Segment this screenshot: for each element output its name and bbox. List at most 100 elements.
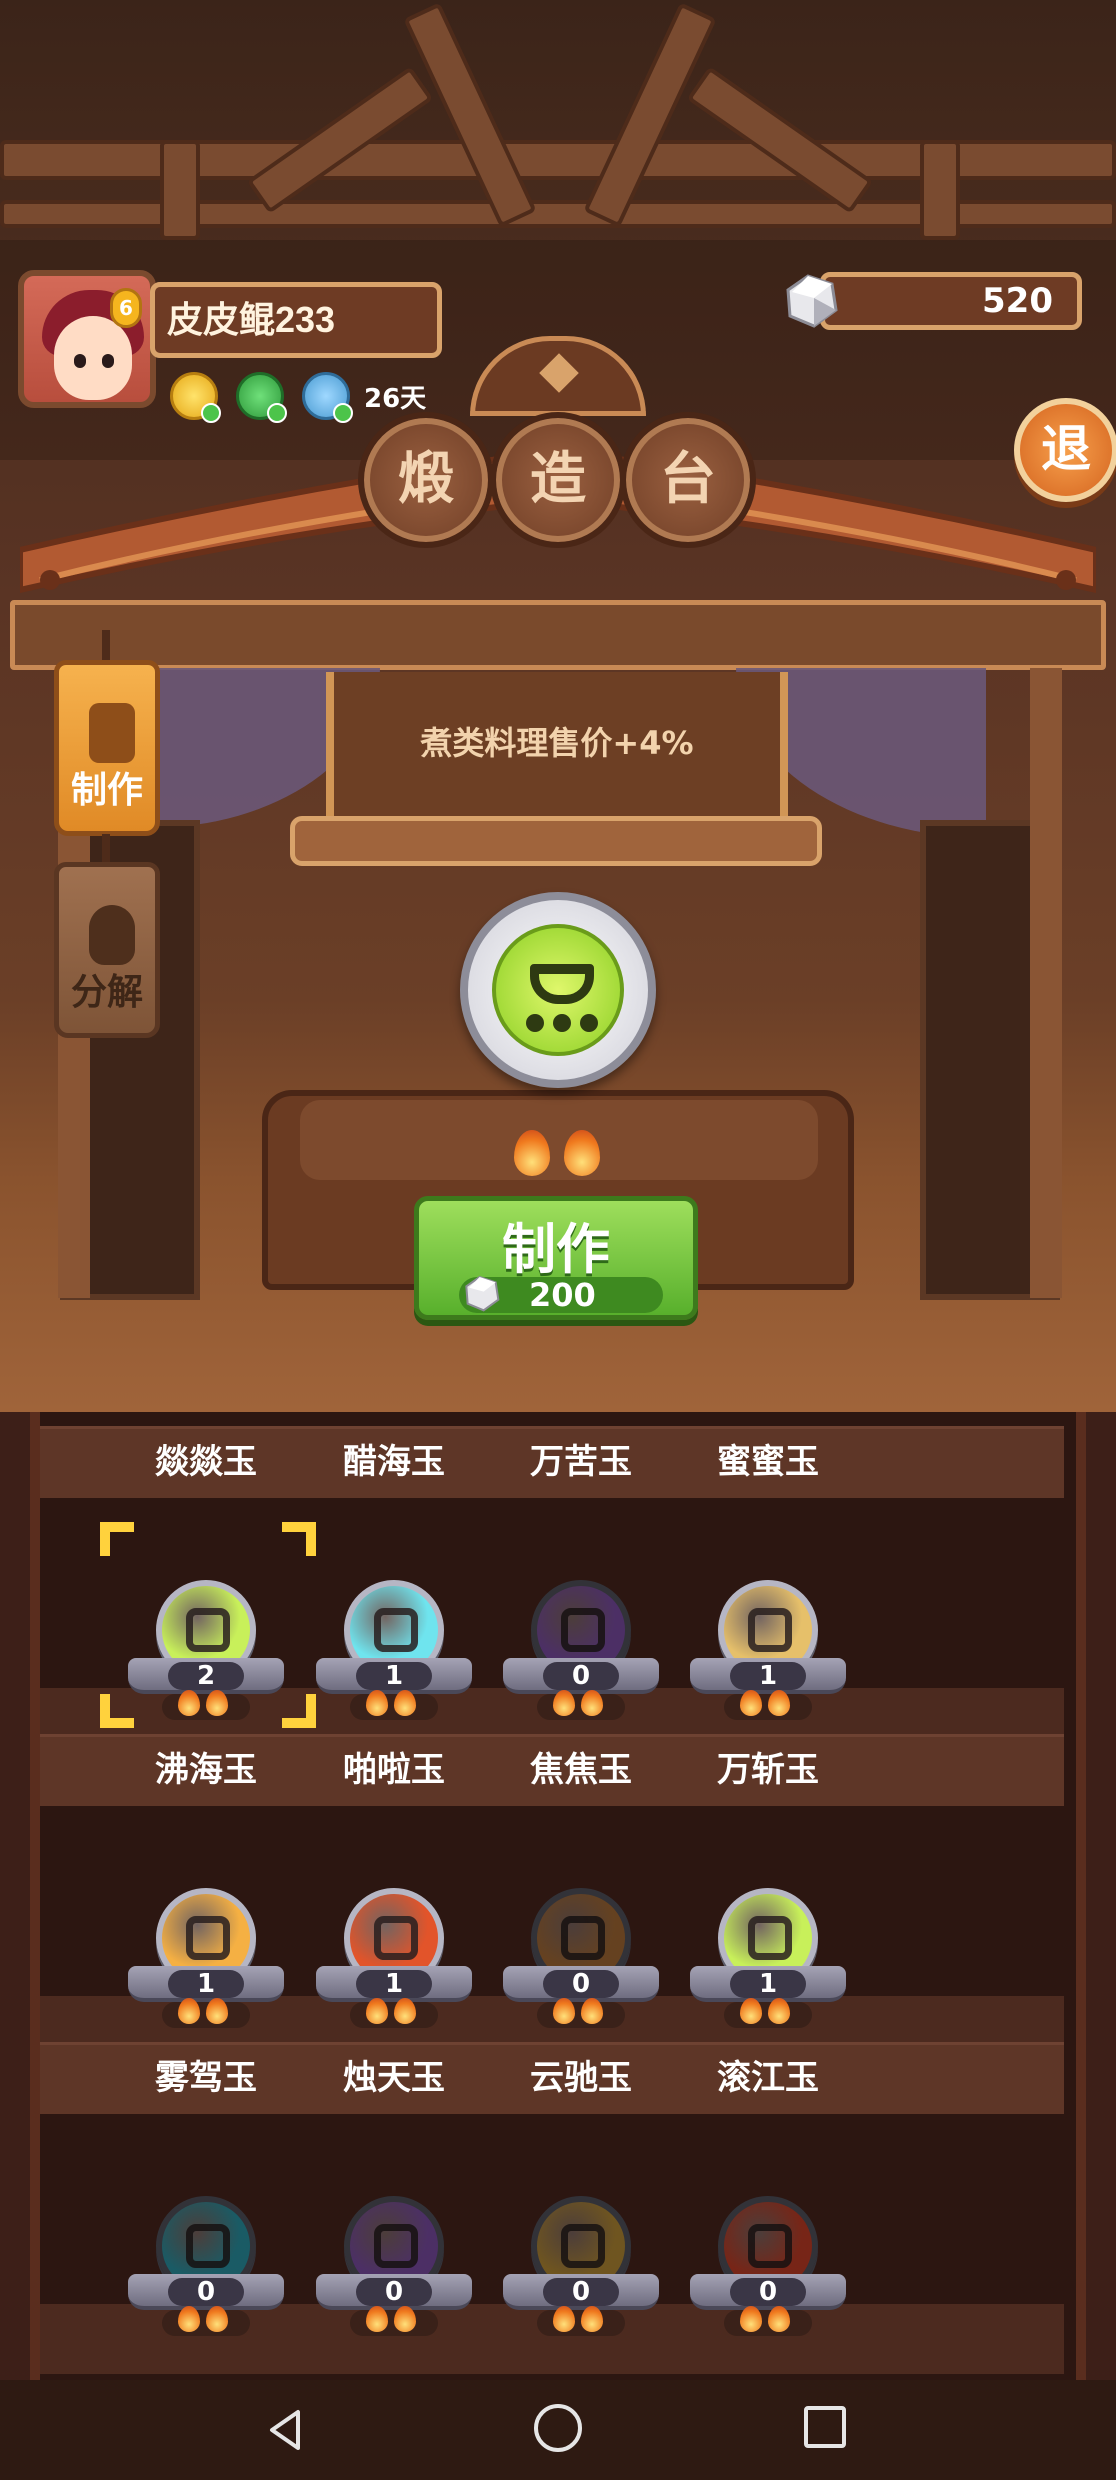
- title-char-2: 造: [490, 412, 626, 548]
- jade-dot: [580, 1014, 598, 1032]
- heat-flame-icon: [553, 1998, 575, 2024]
- jade-name: 啪啦玉: [343, 1751, 445, 1789]
- forge-table-top: [300, 1100, 818, 1180]
- jade-item[interactable]: 雾驾玉 0: [106, 2028, 306, 2336]
- selection-bracket: [100, 1522, 134, 1556]
- item-count: 0: [543, 1970, 619, 1998]
- jade-glyph-icon: [561, 1916, 605, 1960]
- heat-flame-icon: [178, 2306, 200, 2332]
- jade-item[interactable]: 蜜蜜玉 1: [668, 1412, 868, 1720]
- jade-buff-icon[interactable]: [236, 372, 287, 423]
- jade-name: 蜜蜜玉: [717, 1443, 819, 1481]
- jade-item[interactable]: 燚燚玉 2: [100, 1412, 316, 1728]
- crown-icon: 6: [110, 288, 142, 328]
- jade-name: 万苦玉: [530, 1443, 632, 1481]
- jade-item[interactable]: 啪啦玉 1: [294, 1720, 494, 2028]
- bonus-sign: 煮类料理售价+4%: [326, 672, 788, 820]
- jade-glyph-icon: [374, 1608, 418, 1652]
- jade-glyph-icon: [748, 2224, 792, 2268]
- jade-name: 沸海玉: [155, 1751, 257, 1789]
- days-counter: 26天: [364, 384, 427, 414]
- player-name: 皮皮鲲233: [167, 299, 336, 340]
- lintel-beam: [10, 600, 1106, 670]
- jade-item[interactable]: 醋海玉 1: [294, 1412, 494, 1720]
- heat-flame-icon: [366, 1998, 388, 2024]
- heat-flame-icon: [366, 2306, 388, 2332]
- roof-beam: [160, 140, 200, 240]
- recent-apps-icon[interactable]: [804, 2406, 846, 2448]
- pillar-right: [1030, 668, 1062, 1298]
- avatar-face: [54, 316, 132, 400]
- item-count: 1: [168, 1970, 244, 1998]
- jade-item[interactable]: 焦焦玉 0: [481, 1720, 681, 2028]
- heat-flame-icon: [206, 2306, 228, 2332]
- currency-amount: 520: [982, 281, 1053, 321]
- make-button[interactable]: 制作 200: [414, 1196, 698, 1320]
- tab-decompose[interactable]: 分解: [54, 862, 160, 1038]
- heat-flame-icon: [740, 1690, 762, 1716]
- jade-glyph-icon: [748, 1608, 792, 1652]
- heat-flame-icon: [740, 1998, 762, 2024]
- jade-glyph-icon: [561, 2224, 605, 2268]
- avatar-eye: [74, 354, 86, 368]
- jade-name: 焦焦玉: [530, 1751, 632, 1789]
- item-count: 1: [356, 1970, 432, 1998]
- heat-flame-icon: [581, 1998, 603, 2024]
- jade-glyph-icon: [374, 1916, 418, 1960]
- heat-flame-icon: [553, 1690, 575, 1716]
- title-char-1: 煅: [358, 412, 494, 548]
- jade-item[interactable]: 云驰玉 0: [481, 2028, 681, 2336]
- heat-flame-icon: [768, 2306, 790, 2332]
- tab-decompose-label: 分解: [70, 972, 143, 1013]
- item-count: 2: [168, 1662, 244, 1690]
- jade-item[interactable]: 沸海玉 1: [106, 1720, 306, 2028]
- back-icon[interactable]: [262, 2406, 310, 2454]
- jade-name: 滚江玉: [717, 2059, 819, 2097]
- jade-item[interactable]: 万苦玉 0: [481, 1412, 681, 1720]
- bonus-text: 煮类料理售价+4%: [420, 724, 694, 762]
- heat-flame-icon: [553, 2306, 575, 2332]
- selected-jade: [460, 892, 656, 1088]
- forge-scene: 6 皮皮鲲233 26天 520 退 煅 造 台 制作 分解 煮类料理售价+4%…: [0, 0, 1116, 1412]
- jade-item[interactable]: 烛天玉 0: [294, 2028, 494, 2336]
- jade-name: 万斩玉: [717, 1751, 819, 1789]
- jade-dot: [526, 1014, 544, 1032]
- heat-flame-icon: [394, 1690, 416, 1716]
- make-cost: 200: [529, 1276, 596, 1314]
- jade-glyph: [530, 964, 594, 1004]
- heat-flame-icon: [366, 1690, 388, 1716]
- jade-inventory: 燚燚玉 2 醋海玉 1 万苦玉 0 蜜蜜玉 1 沸海玉 1 啪啦玉 1 焦焦玉 0 万斩玉 1 雾驾玉 0 烛天玉 0…: [0, 1412, 1116, 2380]
- fire-icon: [89, 905, 135, 965]
- jade-item[interactable]: 万斩玉 1: [668, 1720, 868, 2028]
- avatar-eye: [102, 354, 114, 368]
- bowl-buff-icon[interactable]: [302, 372, 353, 423]
- item-count: 1: [356, 1662, 432, 1690]
- heat-flame-icon: [206, 1998, 228, 2024]
- jade-name: 雾驾玉: [155, 2059, 257, 2097]
- jade-dot: [553, 1014, 571, 1032]
- coin-buff-icon[interactable]: [170, 372, 221, 423]
- up-arrow-icon: [267, 403, 287, 423]
- heat-flame-icon: [178, 1998, 200, 2024]
- heat-flame-icon: [394, 2306, 416, 2332]
- jade-core: [492, 924, 624, 1056]
- jade-glyph-icon: [186, 1916, 230, 1960]
- up-arrow-icon: [201, 403, 221, 423]
- jade-name: 醋海玉: [343, 1443, 445, 1481]
- jade-name: 烛天玉: [343, 2059, 445, 2097]
- roof-beam: [583, 2, 717, 228]
- heat-flame-icon: [581, 1690, 603, 1716]
- heat-flame-icon: [394, 1998, 416, 2024]
- item-count: 0: [543, 2278, 619, 2306]
- stone-icon: [465, 1275, 500, 1312]
- tab-make[interactable]: 制作: [54, 660, 160, 836]
- home-icon[interactable]: [534, 2404, 582, 2452]
- item-count: 1: [730, 1662, 806, 1690]
- heat-flame-icon: [564, 1130, 600, 1176]
- jade-item[interactable]: 滚江玉 0: [668, 2028, 868, 2336]
- player-avatar[interactable]: 6: [18, 270, 156, 408]
- heat-flame-icon: [514, 1130, 550, 1176]
- sign-bar: [290, 816, 822, 866]
- heat-flame-icon: [740, 2306, 762, 2332]
- heat-flame-icon: [178, 1690, 200, 1716]
